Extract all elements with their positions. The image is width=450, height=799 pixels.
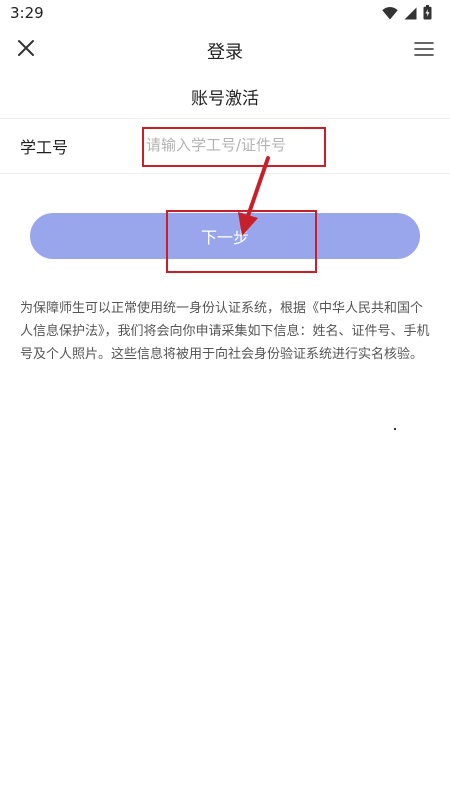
privacy-notice: 为保障师生可以正常使用统一身份认证系统，根据《中华人民共和国个人信息保护法》，我… — [20, 301, 430, 362]
header: 登录 — [0, 28, 450, 72]
account-field-label: 学工号 — [20, 138, 69, 157]
status-time: 3:29 — [10, 4, 44, 22]
menu-icon — [414, 41, 434, 60]
header-title: 登录 — [207, 42, 243, 63]
status-bar: 3:29 — [0, 0, 450, 28]
page-title: 账号激活 — [191, 89, 259, 109]
annotation-box-input — [142, 127, 326, 167]
annotation-box-button — [166, 210, 317, 273]
menu-button[interactable] — [410, 36, 438, 64]
battery-icon — [423, 5, 432, 24]
status-icons — [382, 5, 432, 24]
stray-dot — [394, 428, 396, 430]
wifi-icon — [382, 5, 398, 24]
signal-icon — [404, 5, 417, 24]
